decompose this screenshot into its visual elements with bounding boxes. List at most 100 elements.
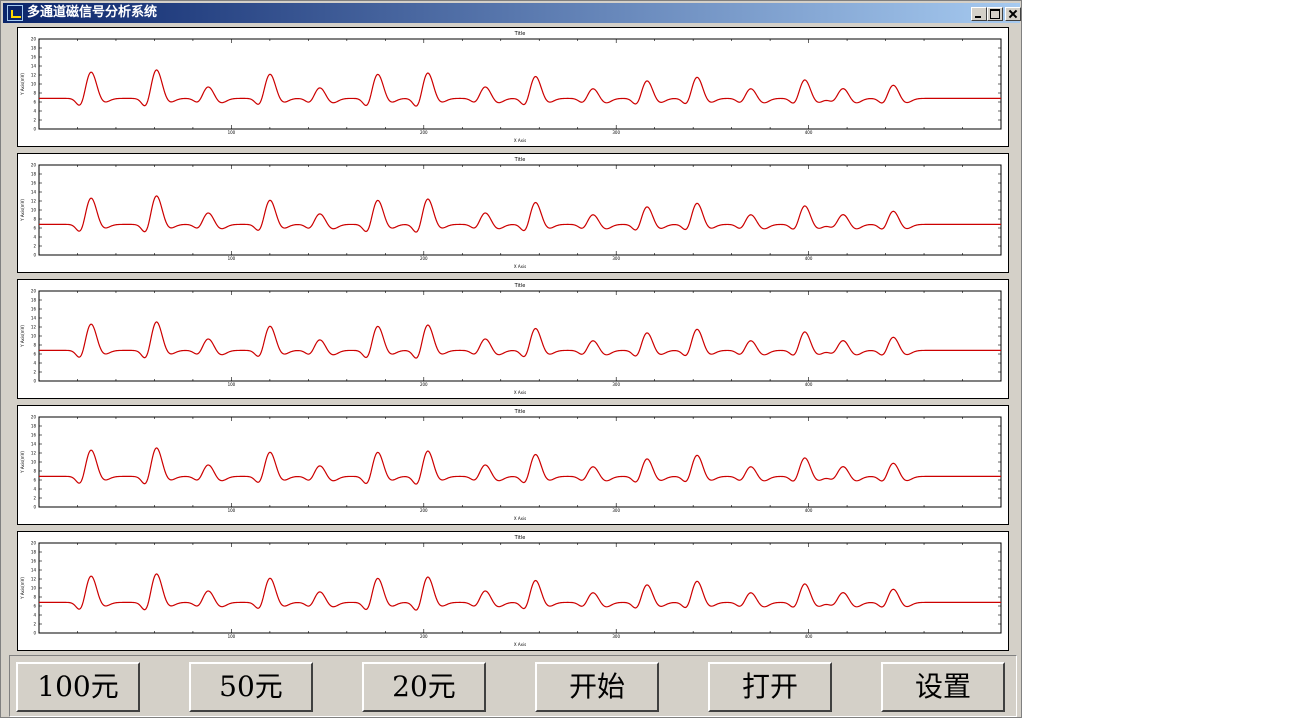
x-axis-label: X Axis — [514, 642, 526, 647]
y-axis-label: Y Axis(mV) — [20, 577, 25, 600]
y-tick-label: 14 — [31, 64, 37, 69]
app-icon[interactable] — [7, 5, 23, 21]
y-tick-label: 12 — [31, 199, 37, 204]
x-tick-label: 400 — [805, 130, 813, 135]
signal-line — [39, 573, 1001, 611]
y-tick-label: 16 — [31, 55, 37, 60]
main-window: 多通道磁信号分析系统 Title X Axis Y Axis(mV) 0 2 4 6 8 10 1… — [0, 0, 1022, 718]
y-tick-label: 16 — [31, 559, 37, 564]
x-tick-label: 300 — [612, 256, 620, 261]
start-button[interactable]: 开始 — [535, 662, 659, 712]
y-tick-label: 10 — [31, 334, 37, 339]
y-tick-label: 16 — [31, 433, 37, 438]
minimize-button[interactable] — [971, 7, 987, 21]
y-tick-label: 4 — [33, 361, 36, 366]
chart-title: Title — [514, 283, 526, 289]
chart-panel-5: Title X Axis Y Axis(mV) 0 2 4 6 8 10 12 14 16 18 20 10… — [17, 531, 1009, 651]
button-bar: 100元 50元 20元 开始 打开 设置 — [9, 655, 1017, 717]
y-tick-label: 12 — [31, 577, 37, 582]
y-tick-label: 8 — [33, 469, 36, 474]
y-axis-label: Y Axis(mV) — [20, 451, 25, 474]
x-tick-label: 100 — [228, 634, 236, 639]
chart-title: Title — [514, 31, 526, 37]
plot-frame — [38, 38, 1002, 130]
x-tick-label: 100 — [228, 130, 236, 135]
maximize-button[interactable] — [987, 7, 1003, 21]
open-button[interactable]: 打开 — [708, 662, 832, 712]
y-tick-label: 0 — [33, 127, 36, 132]
y-tick-label: 14 — [31, 190, 37, 195]
x-tick-label: 400 — [805, 634, 813, 639]
y-tick-label: 4 — [33, 613, 36, 618]
signal-line — [39, 321, 1001, 359]
chart-panel-2: Title X Axis Y Axis(mV) 0 2 4 6 8 10 12 14 16 18 20 10… — [17, 153, 1009, 273]
y-tick-label: 4 — [33, 109, 36, 114]
y-tick-label: 18 — [31, 46, 37, 51]
y-tick-label: 8 — [33, 217, 36, 222]
y-tick-label: 18 — [31, 298, 37, 303]
y-axis-label: Y Axis(mV) — [20, 73, 25, 96]
signal-line — [39, 69, 1001, 107]
y-tick-label: 6 — [33, 100, 36, 105]
close-button[interactable] — [1005, 7, 1021, 21]
y-tick-label: 6 — [33, 352, 36, 357]
x-axis-label: X Axis — [514, 264, 526, 269]
chart-panel-4: Title X Axis Y Axis(mV) 0 2 4 6 8 10 12 14 16 18 20 10… — [17, 405, 1009, 525]
chart-panel-3: Title X Axis Y Axis(mV) 0 2 4 6 8 10 12 14 16 18 20 10… — [17, 279, 1009, 399]
y-tick-label: 16 — [31, 181, 37, 186]
y-tick-label: 6 — [33, 478, 36, 483]
y-tick-label: 18 — [31, 550, 37, 555]
x-tick-label: 300 — [612, 382, 620, 387]
y-tick-label: 0 — [33, 253, 36, 258]
y-tick-label: 0 — [33, 379, 36, 384]
y-tick-label: 10 — [31, 586, 37, 591]
y-tick-label: 0 — [33, 631, 36, 636]
y-tick-label: 6 — [33, 604, 36, 609]
x-tick-label: 400 — [805, 382, 813, 387]
y-tick-label: 12 — [31, 73, 37, 78]
x-axis-label: X Axis — [514, 390, 526, 395]
title-bar[interactable]: 多通道磁信号分析系统 — [3, 3, 1021, 23]
y-tick-label: 2 — [33, 118, 36, 123]
y-tick-label: 2 — [33, 244, 36, 249]
x-tick-label: 300 — [612, 508, 620, 513]
y-tick-label: 14 — [31, 568, 37, 573]
50-yuan-button[interactable]: 50元 — [189, 662, 313, 712]
window-title: 多通道磁信号分析系统 — [27, 5, 158, 20]
y-tick-label: 4 — [33, 487, 36, 492]
y-tick-label: 20 — [31, 289, 37, 294]
chart-svg: Title X Axis Y Axis(mV) 0 2 4 6 8 10 12 14 16 18 20 10… — [20, 283, 1002, 395]
y-tick-label: 0 — [33, 505, 36, 510]
x-tick-label: 100 — [228, 382, 236, 387]
x-tick-label: 400 — [805, 256, 813, 261]
y-tick-label: 12 — [31, 325, 37, 330]
y-tick-label: 8 — [33, 595, 36, 600]
x-tick-label: 400 — [805, 508, 813, 513]
x-axis-label: X Axis — [514, 138, 526, 143]
y-tick-label: 12 — [31, 451, 37, 456]
chart-panel-1: Title X Axis Y Axis(mV) 0 2 4 6 8 10 12 14 16 18 20 10… — [17, 27, 1009, 147]
y-tick-label: 10 — [31, 460, 37, 465]
x-tick-label: 100 — [228, 508, 236, 513]
y-axis-label: Y Axis(mV) — [20, 199, 25, 222]
x-tick-label: 200 — [420, 634, 428, 639]
y-tick-label: 4 — [33, 235, 36, 240]
x-tick-label: 100 — [228, 256, 236, 261]
chart-svg: Title X Axis Y Axis(mV) 0 2 4 6 8 10 12 14 16 18 20 10… — [20, 31, 1002, 143]
y-tick-label: 14 — [31, 442, 37, 447]
100-yuan-button[interactable]: 100元 — [16, 662, 140, 712]
y-tick-label: 8 — [33, 343, 36, 348]
y-tick-label: 18 — [31, 424, 37, 429]
y-tick-label: 18 — [31, 172, 37, 177]
20-yuan-button[interactable]: 20元 — [362, 662, 486, 712]
y-tick-label: 8 — [33, 91, 36, 96]
plot-frame — [38, 290, 1002, 382]
y-tick-label: 20 — [31, 415, 37, 420]
y-tick-label: 10 — [31, 208, 37, 213]
x-tick-label: 200 — [420, 256, 428, 261]
y-tick-label: 2 — [33, 622, 36, 627]
chart-title: Title — [514, 157, 526, 163]
y-tick-label: 14 — [31, 316, 37, 321]
settings-button[interactable]: 设置 — [881, 662, 1005, 712]
y-tick-label: 20 — [31, 541, 37, 546]
